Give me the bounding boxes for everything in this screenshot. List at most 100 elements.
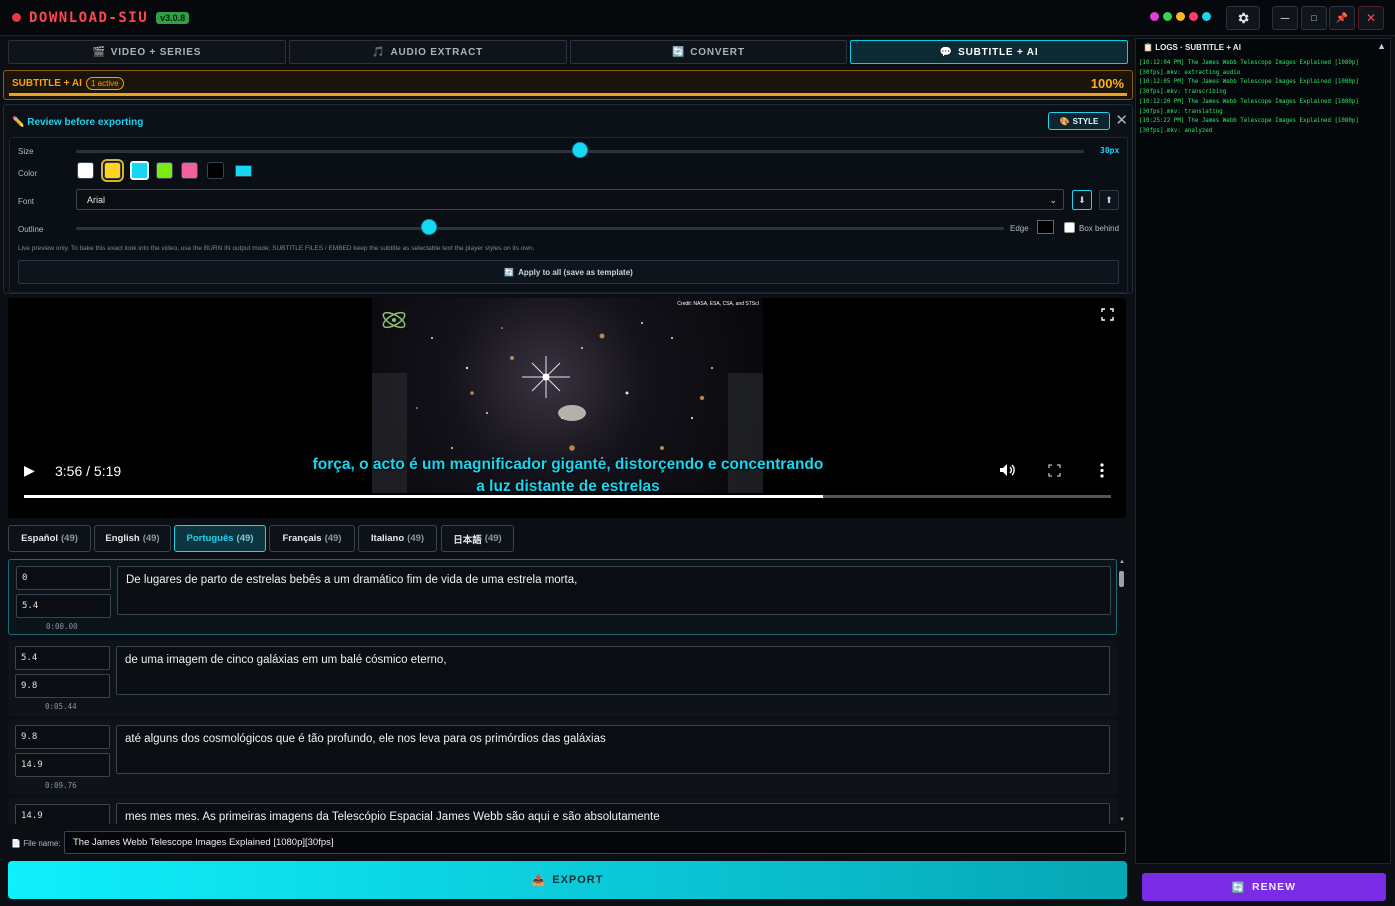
segment-text-area[interactable]: mes mes mes. As primeiras imagens da Tel… [116, 803, 1110, 824]
lang-tab-ja[interactable]: 日本語 (49) [441, 525, 514, 552]
segment-start-input[interactable]: 14.9 [15, 804, 110, 824]
refresh-icon: 🔄 [671, 46, 686, 58]
position-top-button[interactable]: ⬆ [1099, 190, 1119, 210]
pin-button[interactable]: 📌 [1329, 6, 1355, 30]
tab-audio-extract[interactable]: 🎵 AUDIO EXTRACT [288, 40, 567, 64]
segment-row[interactable]: 14.9 mes mes mes. As primeiras imagens d… [8, 798, 1117, 824]
logs-title-text: LOGS · SUBTITLE + AI [1155, 43, 1241, 52]
segment-text-area[interactable]: De lugares de parto de estrelas bebês a … [117, 566, 1111, 615]
lang-tab-en[interactable]: English (49) [94, 525, 171, 552]
style-controls: Size 30px Color Font Arial ⌄ ⬇ ⬆ Outline… [9, 137, 1128, 293]
volume-icon[interactable] [999, 463, 1015, 477]
tab-label: SUBTITLE + AI [958, 46, 1039, 58]
color-swatch-white[interactable] [77, 162, 94, 179]
record-dot-icon [12, 13, 21, 22]
color-swatch-yellow[interactable] [101, 159, 124, 182]
minimize-button[interactable]: ─ [1272, 6, 1298, 30]
progress-track [9, 93, 1127, 96]
export-button[interactable]: 📤 EXPORT [8, 861, 1127, 899]
scrollbar-thumb[interactable] [1119, 571, 1124, 587]
log-line: [10:25:22 PM] The James Webb Telescope I… [1139, 118, 1359, 134]
box-behind-checkbox[interactable] [1064, 222, 1075, 233]
tab-video-series[interactable]: 🎬 VIDEO + SERIES [8, 40, 286, 64]
color-label: Color [18, 169, 38, 178]
color-swatch-black[interactable] [207, 162, 224, 179]
active-badge: 1 active [86, 77, 124, 90]
outline-label: Outline [18, 225, 44, 234]
lang-tab-fr[interactable]: Français (49) [269, 525, 355, 552]
status-dot-icon [1163, 12, 1172, 21]
video-pillarbox-left [372, 373, 407, 493]
lang-tab-pt[interactable]: Português (49) [174, 525, 266, 552]
seek-bar[interactable] [24, 495, 1111, 498]
speech-bubble-icon: 💬 [939, 46, 954, 58]
segment-start-input[interactable]: 9.8 [15, 725, 110, 749]
fullscreen-icon[interactable] [1101, 308, 1114, 321]
play-icon[interactable]: ▶ [24, 462, 35, 479]
apply-all-button[interactable]: 🔄 Apply to all (save as template) [18, 260, 1119, 284]
logs-title: 📋 LOGS · SUBTITLE + AI [1143, 43, 1241, 52]
review-panel: ✏️ Review before exporting 🎨 STYLE ✕ Size… [3, 104, 1133, 294]
status-dot-icon [1176, 12, 1185, 21]
video-player[interactable]: Credit: NASA, ESA, CSA, and STScI ▶ 3:56… [8, 298, 1126, 518]
music-icon: 🎵 [372, 46, 386, 58]
segment-row[interactable]: 9.8 14.9 0:09.76 até alguns dos cosmológ… [8, 719, 1117, 795]
segment-end-input[interactable]: 14.9 [15, 753, 110, 777]
arrow-down-icon: ⬇ [1078, 194, 1086, 205]
segment-scrollbar[interactable]: ▲ ▼ [1119, 559, 1125, 823]
outline-slider-track[interactable] [76, 227, 1004, 230]
custom-color-picker[interactable] [235, 165, 252, 177]
segment-start-input[interactable]: 0 [16, 566, 111, 590]
segment-row[interactable]: 0 5.4 0:00.00 De lugares de parto de est… [8, 559, 1117, 635]
segment-start-input[interactable]: 5.4 [15, 646, 110, 670]
position-bottom-button[interactable]: ⬇ [1072, 190, 1092, 210]
color-swatch-cyan[interactable] [130, 161, 149, 180]
file-name-input[interactable]: The James Webb Telescope Images Explaine… [64, 831, 1126, 854]
picture-in-picture-icon[interactable] [1048, 464, 1061, 477]
lang-tab-it[interactable]: Italiano (49) [358, 525, 437, 552]
maximize-button[interactable]: □ [1301, 6, 1327, 30]
renew-button[interactable]: 🔄 RENEW [1142, 873, 1386, 901]
tab-convert[interactable]: 🔄 CONVERT [569, 40, 848, 64]
lang-tab-es[interactable]: Español (49) [8, 525, 91, 552]
segment-text-area[interactable]: até alguns dos cosmológicos que é tão pr… [116, 725, 1110, 774]
more-options-icon[interactable] [1099, 463, 1105, 478]
style-button[interactable]: 🎨 STYLE [1048, 112, 1110, 130]
segment-text-area[interactable]: de uma imagem de cinco galáxias em um ba… [116, 646, 1110, 695]
log-line: [10:12:04 PM] The James Webb Telescope I… [1139, 60, 1359, 76]
job-progress: SUBTITLE + AI 1 active 100% [3, 70, 1133, 100]
segment-end-input[interactable]: 9.8 [15, 674, 110, 698]
font-select[interactable]: Arial ⌄ [76, 189, 1064, 210]
version-badge: v3.0.8 [156, 11, 190, 24]
main-tabs: 🎬 VIDEO + SERIES 🎵 AUDIO EXTRACT 🔄 CONVERT … [8, 40, 1128, 64]
color-swatch-pink[interactable] [181, 162, 198, 179]
size-slider-knob[interactable] [572, 142, 588, 158]
palette-icon: 🎨 [1059, 116, 1070, 126]
segment-row[interactable]: 5.4 9.8 0:05.44 de uma imagem de cinco g… [8, 640, 1117, 716]
outline-slider-knob[interactable] [420, 219, 437, 235]
preview-hint: Live preview only. To bake this exact lo… [18, 245, 535, 252]
segment-timestamp: 0:05.44 [45, 702, 77, 711]
file-name-label: 📄 File name: [11, 839, 61, 848]
video-time: 3:56 / 5:19 [55, 463, 122, 479]
scroll-down-icon[interactable]: ▼ [1119, 817, 1125, 823]
lang-count: (49) [61, 533, 78, 544]
close-review-button[interactable]: ✕ [1115, 111, 1128, 129]
tab-subtitle-ai[interactable]: 💬 SUBTITLE + AI [850, 40, 1128, 64]
collapse-logs-icon[interactable]: ▲ [1377, 41, 1386, 51]
save-icon: 🔄 [504, 267, 515, 277]
box-behind-label: Box behind [1079, 224, 1120, 233]
lang-count: (49) [142, 533, 160, 544]
lang-count: (49) [324, 533, 342, 544]
subtitle-line-2: a luz distante de estrelas [476, 478, 660, 495]
settings-button[interactable] [1226, 6, 1260, 30]
close-button[interactable]: ✕ [1358, 6, 1384, 30]
edge-color-picker[interactable] [1037, 220, 1054, 234]
scroll-up-icon[interactable]: ▲ [1119, 559, 1125, 565]
size-value: 30px [1100, 146, 1120, 155]
size-label: Size [18, 147, 34, 156]
segment-end-input[interactable]: 5.4 [16, 594, 111, 618]
tab-label: AUDIO EXTRACT [390, 46, 484, 58]
lang-name: Italiano [370, 533, 405, 544]
color-swatch-green[interactable] [156, 162, 173, 179]
